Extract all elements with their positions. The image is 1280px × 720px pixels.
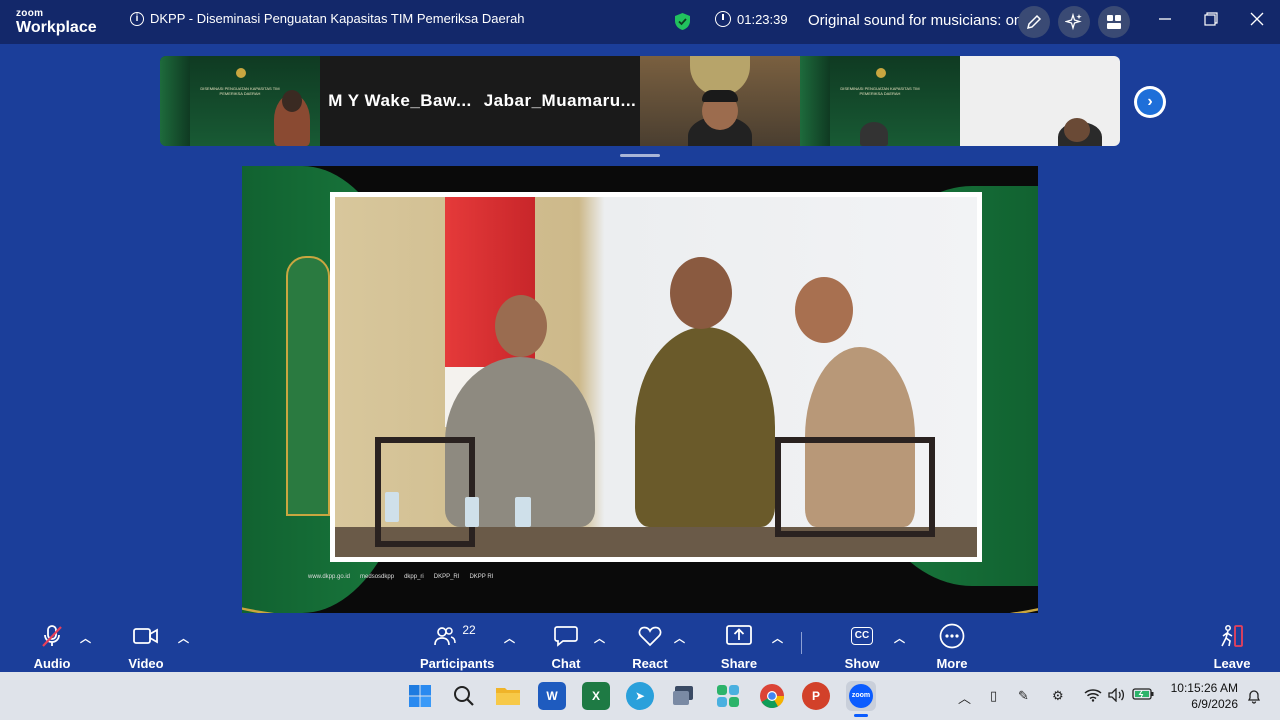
restore-button[interactable]: [1204, 12, 1218, 31]
usb-device-icon[interactable]: ▯: [990, 688, 997, 704]
participant-name: M Y Wake_Baw...: [328, 91, 472, 110]
meeting-timer: 01:23:39: [715, 11, 788, 27]
telegram-icon[interactable]: ➤: [626, 682, 654, 710]
sparkle-icon: [1065, 13, 1082, 31]
restore-icon: [1204, 12, 1218, 26]
meeting-title: DKPP - Diseminasi Penguatan Kapasitas TI…: [150, 11, 525, 26]
start-windows-icon[interactable]: [406, 682, 434, 710]
mic-muted-icon: [42, 625, 62, 647]
app-window-icon[interactable]: [670, 682, 698, 710]
pencil-icon: [1026, 14, 1042, 30]
audio-button[interactable]: Audio: [30, 624, 74, 671]
captions-cc-icon: CC: [850, 627, 874, 645]
participant-tile[interactable]: Jabar_Muamaru...: [480, 56, 640, 146]
participant-name: Jabar_Muamaru...: [483, 91, 637, 110]
security-icon[interactable]: ⚙: [1052, 688, 1064, 704]
widgets-icon[interactable]: [714, 682, 742, 710]
notifications-bell-icon[interactable]: [1246, 688, 1262, 707]
clock-date: 6/9/2026: [1191, 697, 1238, 711]
chat-button[interactable]: Chat: [546, 624, 586, 671]
volume-icon[interactable]: [1108, 687, 1126, 705]
apps-button[interactable]: [1098, 6, 1130, 38]
captions-options-chevron-up-icon[interactable]: ︿: [894, 630, 905, 646]
participants-options-chevron-up-icon[interactable]: ︿: [504, 630, 515, 646]
leave-button[interactable]: Leave: [1212, 624, 1252, 671]
react-options-chevron-up-icon[interactable]: ︿: [674, 630, 685, 646]
zoom-taskbar-icon[interactable]: zoom: [846, 681, 876, 711]
windows-taskbar: W X ➤ P zoom ︿ ▯ ✎ ⚙ 10:15:26 AM 6/9/202…: [0, 672, 1280, 720]
more-button[interactable]: More: [932, 623, 972, 671]
original-sound-status[interactable]: Original sound for musicians: on: [808, 12, 1022, 29]
more-ellipsis-icon: [939, 623, 965, 649]
participants-button[interactable]: 22 Participants: [420, 623, 494, 671]
meeting-info[interactable]: i DKPP - Diseminasi Penguatan Kapasitas …: [130, 11, 525, 26]
video-camera-icon: [133, 628, 158, 644]
active-app-indicator: [854, 714, 868, 717]
participants-icon: [434, 627, 457, 646]
annotate-pencil-button[interactable]: [1018, 6, 1050, 38]
react-button[interactable]: React: [630, 624, 670, 671]
show-hidden-icons-chevron-up-icon[interactable]: ︿: [958, 688, 971, 707]
zoom-logo: zoom Workplace: [16, 8, 97, 36]
toolbar-divider: [801, 632, 802, 654]
video-options-chevron-up-icon[interactable]: ︿: [178, 630, 189, 646]
file-explorer-icon[interactable]: [494, 682, 522, 710]
powerpoint-icon[interactable]: P: [802, 682, 830, 710]
minimize-button[interactable]: [1158, 12, 1172, 31]
participant-tile[interactable]: DISEMINASI PENGUATAN KAPASITAS TIM PEMER…: [800, 56, 960, 146]
search-icon[interactable]: [450, 682, 478, 710]
event-video-frame: [330, 192, 982, 562]
participant-tile[interactable]: DISEMINASI PENGUATAN KAPASITAS TIM PEMER…: [160, 56, 320, 146]
apps-grid-icon: [1107, 15, 1121, 29]
event-photo: [335, 197, 977, 557]
share-options-chevron-up-icon[interactable]: ︿: [772, 630, 783, 646]
ai-companion-button[interactable]: [1058, 6, 1090, 38]
title-bar: zoom Workplace i DKPP - Diseminasi Pengu…: [0, 0, 1280, 44]
wifi-icon[interactable]: [1084, 688, 1102, 705]
participant-tile[interactable]: M Y Wake_Baw...: [320, 56, 480, 146]
leave-door-icon: [1221, 625, 1243, 647]
chat-bubble-icon: [554, 626, 578, 647]
chrome-icon[interactable]: [758, 682, 786, 710]
slide-footer-links: www.dkpp.go.id medsosdkpp dkpp_ri DKPP_R…: [308, 574, 494, 580]
heart-icon: [638, 626, 662, 647]
participant-strip: DISEMINASI PENGUATAN KAPASITAS TIM PEMER…: [160, 56, 1120, 146]
elapsed-time: 01:23:39: [737, 11, 788, 27]
excel-icon[interactable]: X: [582, 682, 610, 710]
share-button[interactable]: Share: [718, 624, 760, 671]
system-clock[interactable]: 10:15:26 AM 6/9/2026: [1166, 680, 1238, 712]
participant-tile[interactable]: [640, 56, 800, 146]
participants-count: 22: [462, 623, 476, 637]
encryption-shield-icon[interactable]: [674, 12, 691, 36]
info-icon[interactable]: i: [130, 11, 144, 26]
clock-icon: [715, 11, 731, 27]
video-button[interactable]: Video: [124, 624, 168, 671]
strip-resize-handle[interactable]: [620, 154, 660, 157]
close-window-button[interactable]: [1250, 12, 1264, 31]
next-page-button[interactable]: ›: [1134, 86, 1166, 118]
clock-time: 10:15:26 AM: [1170, 681, 1238, 695]
share-screen-icon: [726, 625, 752, 645]
word-icon[interactable]: W: [538, 682, 566, 710]
battery-charging-icon[interactable]: [1132, 688, 1154, 703]
pen-touch-icon[interactable]: ✎: [1018, 688, 1029, 704]
minimize-icon: [1159, 18, 1171, 20]
chevron-right-icon: ›: [1137, 89, 1163, 115]
participant-tile[interactable]: [960, 56, 1120, 146]
close-icon: [1250, 12, 1264, 26]
shared-screen: www.dkpp.go.id medsosdkpp dkpp_ri DKPP_R…: [242, 166, 1038, 613]
chat-options-chevron-up-icon[interactable]: ︿: [594, 630, 605, 646]
audio-options-chevron-up-icon[interactable]: ︿: [80, 630, 91, 646]
